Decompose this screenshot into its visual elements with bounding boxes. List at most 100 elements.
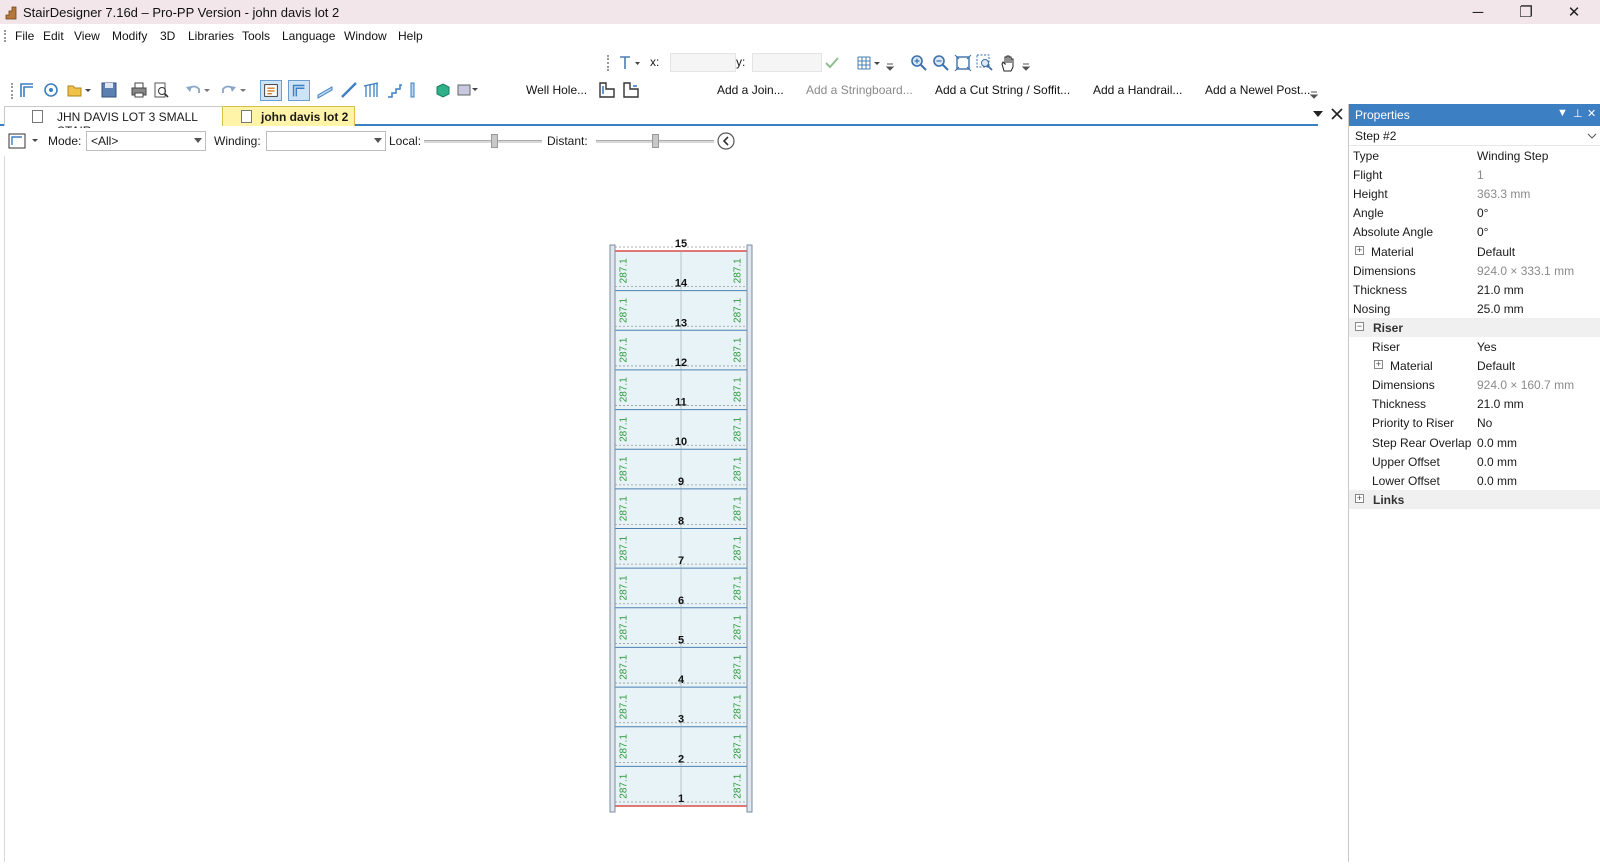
menu-language[interactable]: Language bbox=[282, 29, 335, 43]
property-row[interactable]: Flight 1 bbox=[1349, 165, 1600, 184]
property-row[interactable]: Step Rear Overlap 0.0 mm bbox=[1349, 433, 1600, 452]
expand-icon[interactable]: + bbox=[1374, 360, 1383, 370]
collapse-icon[interactable]: − bbox=[1355, 321, 1364, 331]
snap-mode-icon[interactable] bbox=[618, 55, 642, 71]
menu-libraries[interactable]: Libraries bbox=[188, 29, 234, 43]
property-row[interactable]: Thickness 21.0 mm bbox=[1349, 394, 1600, 413]
tab-list-dropdown-icon[interactable] bbox=[1312, 109, 1324, 119]
menu-window[interactable]: Window bbox=[344, 29, 387, 43]
property-group-riser[interactable]: − Riser bbox=[1349, 317, 1600, 337]
property-row[interactable]: + Material Default bbox=[1349, 242, 1600, 261]
toolbar-overflow-icon-2[interactable] bbox=[1022, 58, 1030, 72]
property-value[interactable]: 0.0 mm bbox=[1477, 474, 1517, 488]
property-value[interactable]: 363.3 mm bbox=[1477, 187, 1530, 201]
zoom-extents-icon[interactable] bbox=[954, 54, 972, 72]
property-value[interactable]: 21.0 mm bbox=[1477, 397, 1524, 411]
property-row[interactable]: Priority to Riser No bbox=[1349, 413, 1600, 432]
expand-icon[interactable]: + bbox=[1355, 245, 1364, 255]
local-slider-thumb[interactable] bbox=[491, 134, 499, 148]
pan-hand-icon[interactable] bbox=[998, 53, 1018, 73]
save-icon[interactable] bbox=[100, 81, 118, 99]
menu-3d[interactable]: 3D bbox=[160, 29, 175, 43]
open-file-icon[interactable] bbox=[66, 81, 92, 99]
properties-view-icon[interactable] bbox=[260, 80, 282, 101]
panel-options-icon[interactable]: ▼ bbox=[1557, 107, 1568, 119]
property-value[interactable]: 924.0 × 333.1 mm bbox=[1477, 264, 1574, 278]
property-value[interactable]: 0.0 mm bbox=[1477, 436, 1517, 450]
plan-view-icon[interactable] bbox=[288, 80, 310, 101]
flight-split-icon[interactable] bbox=[598, 81, 616, 99]
distant-slider-thumb[interactable] bbox=[651, 134, 659, 148]
property-value[interactable]: No bbox=[1477, 416, 1492, 430]
property-row[interactable]: Angle 0° bbox=[1349, 203, 1600, 222]
redo-icon[interactable] bbox=[220, 81, 248, 99]
coordbar-grip[interactable] bbox=[607, 55, 609, 71]
drawing-canvas[interactable]: 1 2 3 4 5 6 7 8 9 10 11 12 13 14 15 287.1 287.1 287.1 287.… bbox=[4, 156, 1318, 862]
zoom-window-icon[interactable] bbox=[976, 54, 994, 72]
expand-icon[interactable]: + bbox=[1355, 493, 1364, 503]
menu-modify[interactable]: Modify bbox=[112, 29, 147, 43]
balusters-tool-icon[interactable] bbox=[362, 81, 380, 99]
property-value[interactable]: Default bbox=[1477, 245, 1515, 259]
property-value[interactable]: 21.0 mm bbox=[1477, 283, 1524, 297]
property-value[interactable]: 1 bbox=[1477, 168, 1484, 182]
tab-john-davis-lot-2[interactable]: john davis lot 2 bbox=[222, 106, 355, 126]
add-handrail-button[interactable]: Add a Handrail... bbox=[1093, 83, 1182, 97]
property-value[interactable]: Winding Step bbox=[1477, 149, 1548, 163]
main-toolbar-overflow-icon[interactable] bbox=[1310, 86, 1318, 100]
add-cut-string-button[interactable]: Add a Cut String / Soffit... bbox=[935, 83, 1070, 97]
property-value[interactable]: 25.0 mm bbox=[1477, 302, 1524, 316]
close-panel-icon[interactable]: ✕ bbox=[1587, 107, 1596, 120]
stringer-tool-icon[interactable] bbox=[316, 81, 334, 99]
menu-file[interactable]: File bbox=[15, 29, 34, 43]
property-row[interactable]: Dimensions 924.0 × 333.1 mm bbox=[1349, 261, 1600, 280]
print-icon[interactable] bbox=[130, 81, 148, 99]
toolbar-grip[interactable] bbox=[11, 83, 13, 99]
menubar-grip[interactable] bbox=[4, 30, 6, 42]
close-window-button[interactable]: ✕ bbox=[1550, 0, 1598, 24]
property-row[interactable]: Riser Yes bbox=[1349, 337, 1600, 356]
winding-select[interactable] bbox=[266, 131, 386, 151]
property-value[interactable]: 0° bbox=[1477, 206, 1488, 220]
property-row[interactable]: Nosing 25.0 mm bbox=[1349, 299, 1600, 318]
view-layout-icon[interactable] bbox=[8, 132, 42, 150]
menu-help[interactable]: Help bbox=[398, 29, 423, 43]
apply-check-icon[interactable] bbox=[824, 55, 840, 71]
handrail-tool-icon[interactable] bbox=[340, 81, 358, 99]
property-row[interactable]: + Material Default bbox=[1349, 356, 1600, 375]
grid-icon[interactable] bbox=[856, 55, 882, 71]
property-row[interactable]: Absolute Angle 0° bbox=[1349, 222, 1600, 241]
minimize-button[interactable]: ─ bbox=[1454, 0, 1502, 24]
property-row[interactable]: Height 363.3 mm bbox=[1349, 184, 1600, 203]
x-coordinate-input[interactable] bbox=[670, 53, 736, 72]
property-value[interactable]: Default bbox=[1477, 359, 1515, 373]
distant-slider[interactable] bbox=[596, 134, 714, 148]
restore-button[interactable]: ❐ bbox=[1502, 0, 1550, 24]
zoom-out-icon[interactable] bbox=[932, 54, 950, 72]
close-document-icon[interactable] bbox=[1330, 107, 1344, 121]
object-selector[interactable]: Step #2 bbox=[1349, 126, 1600, 146]
add-newel-post-button[interactable]: Add a Newel Post... bbox=[1205, 83, 1310, 97]
stair-plan-drawing[interactable]: 123456789101112131415287.1 287.1287.1 287.… bbox=[5, 156, 1319, 862]
well-hole-button[interactable]: Well Hole... bbox=[526, 83, 587, 97]
wizard-icon[interactable] bbox=[42, 81, 60, 99]
property-value[interactable]: 0.0 mm bbox=[1477, 455, 1517, 469]
newel-post-tool-icon[interactable] bbox=[408, 81, 418, 99]
undo-icon[interactable] bbox=[184, 81, 212, 99]
tab-jhn-davis-lot-3[interactable]: JHN DAVIS LOT 3 SMALL STAIR bbox=[4, 106, 226, 138]
property-value[interactable]: 924.0 × 160.7 mm bbox=[1477, 378, 1574, 392]
toolbar-overflow-icon[interactable] bbox=[886, 58, 894, 72]
new-stair-icon[interactable] bbox=[18, 81, 36, 99]
zoom-in-icon[interactable] bbox=[910, 54, 928, 72]
y-coordinate-input[interactable] bbox=[752, 53, 822, 72]
menu-view[interactable]: View bbox=[74, 29, 100, 43]
pin-icon[interactable]: ⊥ bbox=[1573, 107, 1583, 120]
property-group-links[interactable]: + Links bbox=[1349, 489, 1600, 509]
property-row[interactable]: Lower Offset 0.0 mm bbox=[1349, 471, 1600, 490]
mode-select[interactable]: <All> bbox=[86, 131, 206, 151]
property-value[interactable]: 0° bbox=[1477, 225, 1488, 239]
local-slider[interactable] bbox=[424, 134, 542, 148]
print-preview-icon[interactable] bbox=[152, 81, 170, 99]
render-options-icon[interactable] bbox=[456, 81, 482, 99]
3d-view-icon[interactable] bbox=[434, 81, 452, 99]
